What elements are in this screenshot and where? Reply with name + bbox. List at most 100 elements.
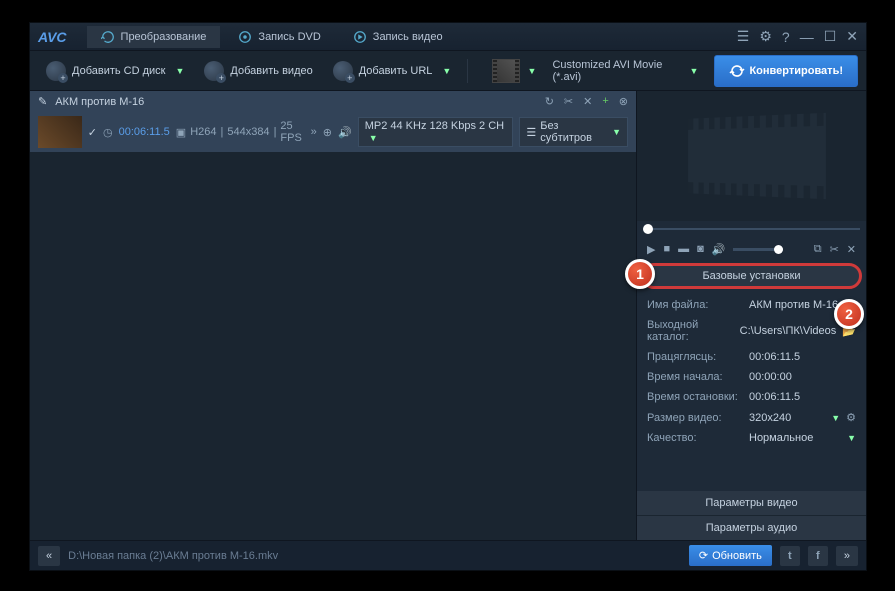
section-video[interactable]: Параметры видео [637,491,866,515]
toolbar: Добавить CD диск ▼ Добавить видео Добави… [30,51,866,91]
globe-icon[interactable]: ⊕ [323,126,332,139]
value: 00:06:11.5 [749,351,856,363]
list-icon[interactable]: ☰ [737,28,750,45]
file-path: D:\Новая папка (2)\АКМ против М-16.mkv [68,550,681,562]
seek-bar[interactable] [637,221,866,237]
subtitle-select[interactable]: ☰ Без субтитров ▼ [519,117,628,147]
start-input[interactable]: 00:00:00 [749,371,856,383]
facebook-icon[interactable]: f [808,546,828,566]
list-item[interactable]: ✎ АКМ против М-16 ↻ ✂ ✕ + ⊗ ✓ ◷ 00:06:11… [30,91,636,152]
twitter-icon[interactable]: t [780,546,800,566]
pencil-icon[interactable]: ✎ [38,95,47,108]
row-size: Размер видео: 320x240 ▼ ⚙ [647,407,856,428]
player-controls: ▶ ■ ▬ ◙ 🔊 ⧉ ✂ ✕ [637,237,866,261]
titlebar: AVC Преобразование Запись DVD Запись вид… [30,23,866,51]
close-icon[interactable]: ⊗ [619,95,628,108]
format-label: Customized AVI Movie (*.avi) [552,59,685,83]
collapse-left-button[interactable]: « [38,546,60,566]
sound-icon[interactable]: 🔊 [712,243,726,256]
duration: 00:06:11.5 [119,126,170,138]
format-select[interactable]: Customized AVI Movie (*.avi) ▼ [540,59,710,83]
camera-icon[interactable]: ◙ [697,243,704,255]
chevron-down-icon[interactable]: ▼ [847,433,856,443]
minimize-icon[interactable]: — [800,29,814,45]
subtitle-icon: ☰ [526,126,536,139]
label: Имя файла: [647,299,743,311]
row-stop: Время остановки: 00:06:11.5 [647,387,856,407]
statusbar: « D:\Новая папка (2)\АКМ против М-16.mkv… [30,540,866,570]
url-icon [333,61,353,81]
tab-convert[interactable]: Преобразование [87,26,221,48]
tab-label: Преобразование [121,31,207,43]
section-basic[interactable]: Базовые установки 1 2 [641,263,862,289]
tab-video[interactable]: Запись видео [339,26,457,48]
gear-icon[interactable]: ⚙ [846,411,856,424]
window-controls: ☰ ⚙ ? — ☐ ✕ [737,28,858,45]
content: ✎ АКМ против М-16 ↻ ✂ ✕ + ⊗ ✓ ◷ 00:06:11… [30,91,866,540]
audio-select[interactable]: MP2 44 KHz 128 Kbps 2 CH ▼ [358,117,514,147]
check-icon[interactable]: ✓ [88,126,97,139]
dvd-icon [238,30,252,44]
seek-handle[interactable] [643,224,653,234]
collapse-right-button[interactable]: » [836,546,858,566]
app-logo: AVC [38,29,67,45]
gear-icon[interactable]: ⚙ [759,28,772,45]
chevron-down-icon[interactable]: ▼ [528,66,537,76]
add-url-button[interactable]: Добавить URL ▼ [325,56,460,86]
side-panel: ▶ ■ ▬ ◙ 🔊 ⧉ ✂ ✕ Базовые установки 1 2 И [636,91,866,540]
close-icon[interactable]: ✕ [846,28,858,45]
format-preview-icon[interactable] [492,59,520,83]
seek-track [643,228,860,230]
thumbnail[interactable] [38,116,82,148]
video-icon [204,61,224,81]
popout-icon[interactable]: ⧉ [814,243,822,256]
row-filename: Имя файла: АКМ против М-16 [647,295,856,315]
stop-icon[interactable]: ■ [663,243,670,255]
tab-label: Запись DVD [258,31,320,43]
fx-icon[interactable]: ✕ [847,243,856,256]
chevron-down-icon[interactable]: ▼ [831,413,840,423]
label: Выходной каталог: [647,319,734,343]
chevron-down-icon: ▼ [176,66,185,76]
help-icon[interactable]: ? [782,29,790,45]
separator [467,59,468,83]
item-title: АКМ против М-16 [55,96,144,108]
row-quality: Качество: Нормальное ▼ [647,428,856,448]
item-actions: ↻ ✂ ✕ + ⊗ [545,95,628,108]
btn-label: Добавить URL [359,65,433,77]
mute-icon[interactable]: ▬ [678,243,689,255]
section-audio[interactable]: Параметры аудио [637,515,866,540]
btn-label: Добавить CD диск [72,65,166,77]
fx-icon[interactable]: ✕ [583,95,592,108]
video-codec: ▣ H264 | 544x384 | 25 FPS [176,120,305,144]
update-button[interactable]: ⟳ Обновить [689,545,772,566]
btn-label: Добавить видео [230,65,312,77]
annotation-badge-2: 2 [834,299,864,329]
section-label: Базовые установки [702,270,800,282]
preview-area [637,91,866,221]
row-duration: Працяглясць: 00:06:11.5 [647,347,856,367]
quality-select[interactable]: Нормальное [749,432,837,444]
play-icon[interactable]: ▶ [647,243,655,256]
label: Время начала: [647,371,743,383]
plus-icon[interactable]: + [602,95,608,108]
refresh-icon: ⟳ [699,549,708,562]
row-outdir: Выходной каталог: C:\Users\ПК\Videos 📂 [647,315,856,347]
cut-icon[interactable]: ✂ [564,95,573,108]
volume-slider[interactable] [733,248,783,251]
clock-icon: ◷ [103,126,113,139]
video-icon [353,30,367,44]
add-video-button[interactable]: Добавить видео [196,56,320,86]
tab-dvd[interactable]: Запись DVD [224,26,334,48]
convert-button[interactable]: Конвертировать! [714,55,858,87]
refresh-icon[interactable]: ↻ [545,95,554,108]
cut-icon[interactable]: ✂ [830,243,839,256]
maximize-icon[interactable]: ☐ [824,28,837,45]
add-cd-button[interactable]: Добавить CD диск ▼ [38,56,192,86]
sound-icon: 🔊 [338,126,352,139]
stop-input[interactable]: 00:06:11.5 [749,391,856,403]
chevron-down-icon: ▼ [690,66,699,76]
size-select[interactable]: 320x240 [749,412,821,424]
convert-icon [101,30,115,44]
cd-icon [46,61,66,81]
